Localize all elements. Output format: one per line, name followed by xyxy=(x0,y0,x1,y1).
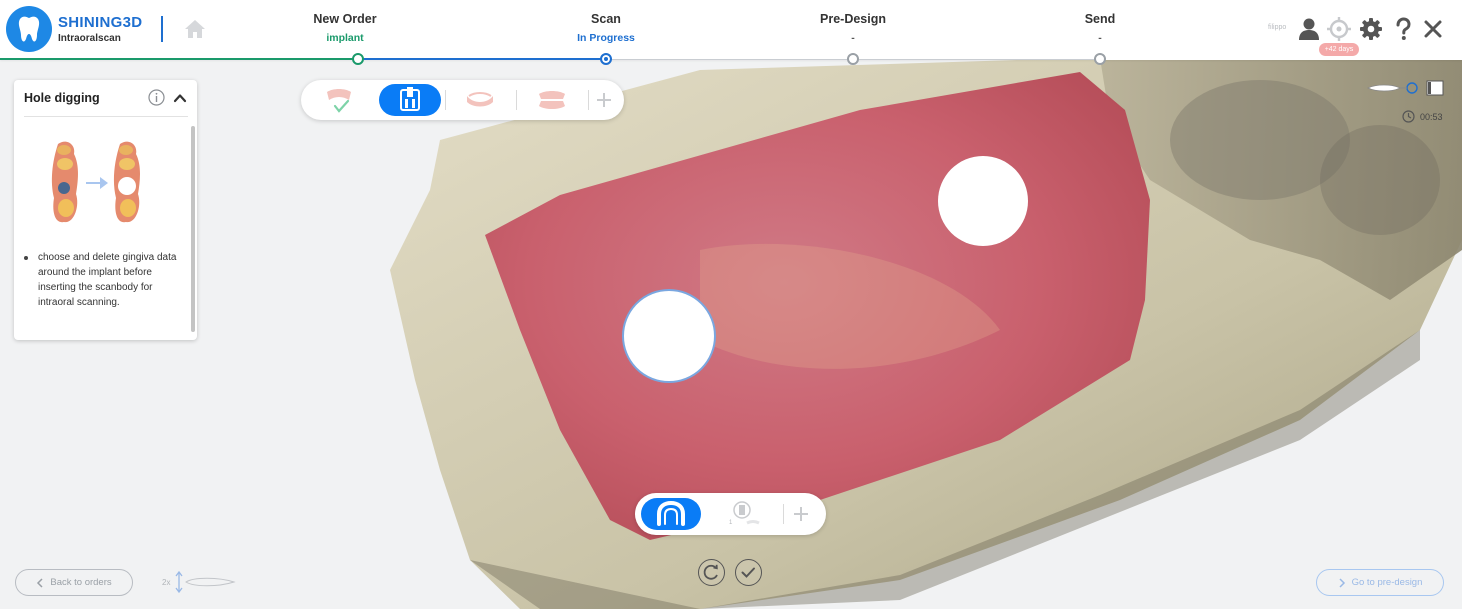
add-icon[interactable] xyxy=(595,91,613,109)
home-icon[interactable] xyxy=(183,17,207,41)
toolbar-separator xyxy=(516,90,517,110)
info-icon[interactable] xyxy=(148,89,165,106)
help-panel: Hole digging choose and delete gingiva d… xyxy=(14,80,197,340)
gear-icon[interactable] xyxy=(1358,16,1384,42)
step-dot-new-order xyxy=(352,53,364,65)
arch-icon xyxy=(657,500,685,526)
logo-divider xyxy=(161,16,163,42)
target-icon[interactable] xyxy=(1326,16,1352,42)
panel-scrollbar[interactable] xyxy=(191,126,195,332)
scan-range-indicator xyxy=(1366,80,1444,96)
help-icon[interactable] xyxy=(1390,16,1416,42)
step-status: - xyxy=(851,32,855,44)
depth-indicator[interactable] xyxy=(172,570,236,594)
step-status: - xyxy=(1098,32,1102,44)
step-pre-design[interactable]: Pre-Design - xyxy=(763,0,943,44)
back-to-orders-button[interactable]: Back to orders xyxy=(15,569,133,596)
add-icon[interactable] xyxy=(792,505,810,523)
step-dot-pre-design xyxy=(847,53,859,65)
panel-divider xyxy=(24,116,188,117)
step-new-order[interactable]: New Order implant xyxy=(255,0,435,44)
days-badge: +42 days xyxy=(1319,43,1359,56)
step-dot-scan xyxy=(600,53,612,65)
step-title: Pre-Design xyxy=(820,12,886,26)
close-icon[interactable] xyxy=(1420,16,1446,42)
step-title: New Order xyxy=(313,12,377,26)
toolbar-separator xyxy=(783,504,784,524)
lower-jaw-icon[interactable] xyxy=(463,88,497,112)
step-scan[interactable]: Scan In Progress xyxy=(516,0,696,44)
refresh-button[interactable] xyxy=(698,559,725,586)
implant-scanbody-icon xyxy=(400,87,420,111)
step-status: In Progress xyxy=(577,32,635,44)
step-dot-send xyxy=(1094,53,1106,65)
implant-scanbody-button[interactable] xyxy=(379,84,441,116)
zoom-level: 2x xyxy=(162,578,171,587)
refresh-icon xyxy=(703,564,718,580)
progress-current-line xyxy=(358,58,606,60)
scan-timer: 00:53 xyxy=(1420,112,1443,122)
clock-icon xyxy=(1402,110,1415,123)
go-to-pre-design-button[interactable]: Go to pre-design xyxy=(1316,569,1444,596)
step-title: Send xyxy=(1084,12,1116,26)
user-icon[interactable] xyxy=(1296,16,1322,42)
chevron-up-icon[interactable] xyxy=(172,90,188,106)
confirm-button[interactable] xyxy=(735,559,762,586)
back-label: Back to orders xyxy=(50,577,112,588)
user-name: filippo xyxy=(1268,24,1287,31)
brand-name: SHINING3D xyxy=(58,14,143,31)
toolbar-separator xyxy=(588,90,589,110)
progress-done-line xyxy=(0,58,358,60)
top-header: SHINING3D Intraoralscan New Order implan… xyxy=(0,0,1462,60)
scan-object-toolbar: 1 xyxy=(635,493,826,535)
step-send[interactable]: Send - xyxy=(1010,0,1190,44)
step-title: Scan xyxy=(591,12,621,26)
arch-scan-button[interactable] xyxy=(641,498,701,530)
chevron-right-icon xyxy=(1339,577,1345,588)
next-label: Go to pre-design xyxy=(1351,577,1423,588)
check-icon xyxy=(741,567,755,578)
hole-digging-illustration xyxy=(44,136,164,230)
panel-description: choose and delete gingiva data around th… xyxy=(38,252,177,308)
panel-title: Hole digging xyxy=(24,91,100,105)
chevron-left-icon xyxy=(37,577,43,588)
toolbar-separator xyxy=(445,90,446,110)
tooth-logo-icon xyxy=(6,6,52,52)
scanbody-count: 1 xyxy=(729,520,733,526)
list-bullet xyxy=(24,256,28,260)
step-status: implant xyxy=(326,32,364,44)
bite-icon[interactable] xyxy=(535,88,569,112)
upper-jaw-done-icon[interactable] xyxy=(323,86,355,116)
scan-stage-toolbar xyxy=(301,80,624,120)
product-name: Intraoralscan xyxy=(58,33,121,44)
